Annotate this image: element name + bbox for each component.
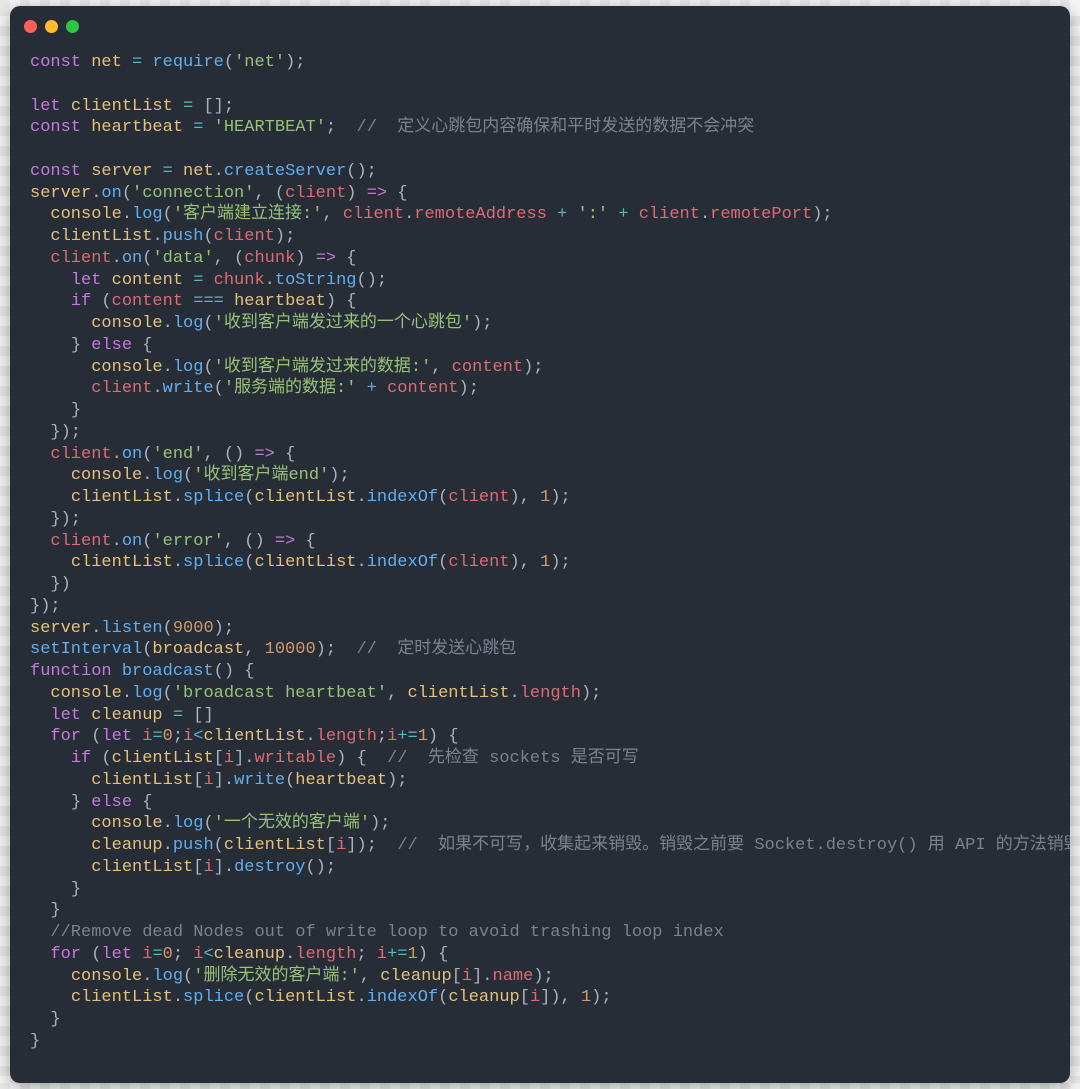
fn-require: require xyxy=(152,53,223,72)
editor-window: const net = require('net'); let clientLi… xyxy=(10,6,1070,1083)
zoom-icon[interactable] xyxy=(66,20,79,33)
close-icon[interactable] xyxy=(24,20,37,33)
var-clientList: clientList xyxy=(71,97,173,116)
num-interval: 10000 xyxy=(265,640,316,659)
fn-broadcast: broadcast xyxy=(122,662,214,681)
var-net: net xyxy=(91,53,122,72)
comment-collect-destroy: // 如果不可写，收集起来销毁。销毁之前要 Socket.destroy() 用… xyxy=(397,836,1070,855)
comment-timer: // 定时发送心跳包 xyxy=(356,640,516,659)
code-block: const net = require('net'); let clientLi… xyxy=(10,46,1070,1083)
minimize-icon[interactable] xyxy=(45,20,58,33)
comment-remove-dead: //Remove dead Nodes out of write loop to… xyxy=(50,923,723,942)
kw-const: const xyxy=(30,53,81,72)
num-port: 9000 xyxy=(173,619,214,638)
var-server: server xyxy=(91,162,152,181)
comment-hb-def: // 定义心跳包内容确保和平时发送的数据不会冲突 xyxy=(357,118,755,137)
titlebar xyxy=(10,6,1070,46)
var-heartbeat: heartbeat xyxy=(91,118,183,137)
str-module: net xyxy=(244,53,275,72)
comment-check-writable: // 先检查 sockets 是否可写 xyxy=(387,749,639,768)
